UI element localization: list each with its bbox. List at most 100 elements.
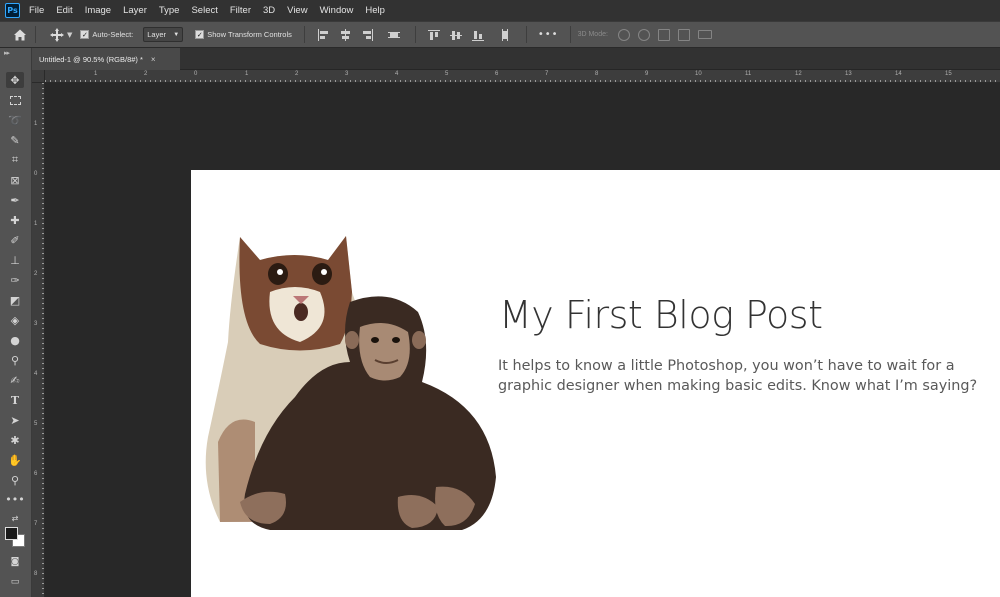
zoom-tool-icon[interactable]: ⚲ <box>6 472 24 488</box>
chevron-down-icon: ▼ <box>173 31 180 38</box>
menu-layer[interactable]: Layer <box>123 5 147 16</box>
3d-mode-label: 3D Mode: <box>577 31 608 38</box>
distribute-h-icon[interactable] <box>387 29 400 41</box>
cat-and-chimp-image[interactable] <box>200 232 500 532</box>
path-select-tool-icon[interactable]: ➤ <box>6 412 24 428</box>
align-center-h-icon[interactable] <box>339 28 351 41</box>
ruler-label: 6 <box>495 71 499 77</box>
show-transform-label: Show Transform Controls <box>207 30 292 39</box>
photoshop-logo-icon[interactable]: Ps <box>5 3 20 18</box>
3d-roll-icon[interactable] <box>637 28 650 41</box>
ruler-label: 14 <box>895 71 902 77</box>
type-tool-icon[interactable]: T <box>6 392 24 408</box>
ruler-label: 15 <box>945 71 952 77</box>
ruler-label: 1 <box>245 71 249 77</box>
blur-tool-icon[interactable]: ● <box>6 332 24 348</box>
auto-select-checkbox[interactable]: ✓ <box>80 30 90 39</box>
distribute-v-icon[interactable] <box>499 28 511 41</box>
auto-select-label: Auto-Select: <box>92 30 134 39</box>
dodge-tool-icon[interactable]: ⚲ <box>6 352 24 368</box>
menu-3d[interactable]: 3D <box>263 5 275 16</box>
separator <box>569 26 571 43</box>
lasso-tool-icon[interactable]: ➰ <box>6 112 24 128</box>
vertical-ruler[interactable]: 1 0 1 2 3 4 5 6 7 8 <box>32 83 45 597</box>
align-middle-v-icon[interactable] <box>449 29 462 41</box>
document-tab-bar: Untitled-1 @ 90.5% (RGB/8#) * × <box>32 48 1000 70</box>
menu-image[interactable]: Image <box>85 5 111 16</box>
crop-tool-icon[interactable]: ⌗ <box>6 152 24 168</box>
auto-select-target-value: Layer <box>147 30 167 39</box>
healing-tool-icon[interactable]: ✚ <box>6 212 24 228</box>
options-bar: ▼ ✓ Auto-Select: Layer ▼ ✓ Show Transfor… <box>0 21 1000 48</box>
align-left-icon[interactable] <box>317 28 329 41</box>
align-right-icon[interactable] <box>361 28 373 41</box>
ruler-label: 5 <box>445 71 449 77</box>
menu-view[interactable]: View <box>287 5 307 16</box>
ruler-label: 2 <box>144 71 148 77</box>
menu-bar: Ps File Edit Image Layer Type Select Fil… <box>0 0 1000 21</box>
move-tool-icon[interactable]: ✥ <box>6 72 24 88</box>
move-tool-preset-icon[interactable] <box>49 27 65 43</box>
menu-window[interactable]: Window <box>320 5 354 16</box>
quick-mask-icon[interactable]: ◙ <box>6 554 24 570</box>
ruler-label: 1 <box>34 221 38 227</box>
ruler-origin[interactable] <box>32 70 45 83</box>
paint-bucket-tool-icon[interactable]: ◈ <box>6 312 24 328</box>
hand-tool-icon[interactable]: ✋ <box>6 452 24 468</box>
menu-type[interactable]: Type <box>159 5 180 16</box>
blog-title-text-layer[interactable]: My First Blog Post <box>499 293 823 337</box>
swap-colors-icon[interactable]: ⇄ <box>6 510 24 526</box>
ruler-label: 12 <box>795 71 802 77</box>
more-options-button[interactable]: ••• <box>538 29 559 40</box>
horizontal-ruler[interactable]: 1 2 0 1 2 3 4 5 6 7 8 9 10 11 12 13 14 1… <box>45 70 1000 83</box>
ruler-label: 2 <box>34 271 38 277</box>
screen-mode-icon[interactable]: ▭ <box>6 574 24 590</box>
ruler-label: 11 <box>745 71 752 77</box>
separator <box>414 26 416 43</box>
3d-slide-icon[interactable] <box>677 28 690 41</box>
3d-camera-icon[interactable] <box>697 30 712 39</box>
menu-help[interactable]: Help <box>365 5 385 16</box>
collapse-panel-icon[interactable]: ▸▸ <box>4 49 10 57</box>
home-icon[interactable] <box>12 27 28 43</box>
brush-tool-icon[interactable]: ✐ <box>6 232 24 248</box>
menu-file[interactable]: File <box>29 5 44 16</box>
ruler-label: 8 <box>34 571 38 577</box>
eyedropper-tool-icon[interactable]: ✒ <box>6 192 24 208</box>
foreground-color-swatch[interactable] <box>5 527 18 540</box>
ruler-label: 9 <box>645 71 649 77</box>
align-top-icon[interactable] <box>427 29 440 41</box>
ruler-label: 5 <box>34 421 38 427</box>
pen-tool-icon[interactable]: ✍ <box>6 372 24 388</box>
more-tools-icon[interactable]: ••• <box>5 491 24 507</box>
ruler-label: 0 <box>194 71 198 77</box>
tab-untitled-1[interactable]: Untitled-1 @ 90.5% (RGB/8#) * × <box>32 48 180 70</box>
separator <box>303 26 305 43</box>
marquee-tool-icon[interactable] <box>6 92 24 108</box>
close-icon[interactable]: × <box>151 55 156 64</box>
ruler-label: 2 <box>295 71 299 77</box>
show-transform-checkbox[interactable]: ✓ <box>195 30 205 39</box>
align-bottom-icon[interactable] <box>471 29 484 41</box>
chevron-down-icon[interactable]: ▼ <box>67 31 72 39</box>
menu-select[interactable]: Select <box>191 5 217 16</box>
ruler-label: 0 <box>34 171 38 177</box>
frame-tool-icon[interactable]: ⊠ <box>6 172 24 188</box>
ruler-label: 13 <box>845 71 852 77</box>
auto-select-target-dropdown[interactable]: Layer ▼ <box>143 27 184 42</box>
eraser-tool-icon[interactable]: ◩ <box>6 292 24 308</box>
ruler-label: 7 <box>34 521 38 527</box>
quick-select-tool-icon[interactable]: ✎ <box>6 132 24 148</box>
ruler-label: 4 <box>34 371 38 377</box>
blog-body-text-layer[interactable]: It helps to know a little Photoshop, you… <box>498 356 993 396</box>
shape-tool-icon[interactable]: ✱ <box>6 432 24 448</box>
3d-pan-icon[interactable] <box>657 28 670 41</box>
stamp-tool-icon[interactable]: ⊥ <box>6 252 24 268</box>
ruler-label: 3 <box>345 71 349 77</box>
history-brush-tool-icon[interactable]: ✑ <box>6 272 24 288</box>
color-swatches[interactable] <box>4 526 26 548</box>
menu-filter[interactable]: Filter <box>230 5 251 16</box>
ruler-label: 6 <box>34 471 38 477</box>
3d-orbit-icon[interactable] <box>617 28 630 41</box>
menu-edit[interactable]: Edit <box>56 5 72 16</box>
